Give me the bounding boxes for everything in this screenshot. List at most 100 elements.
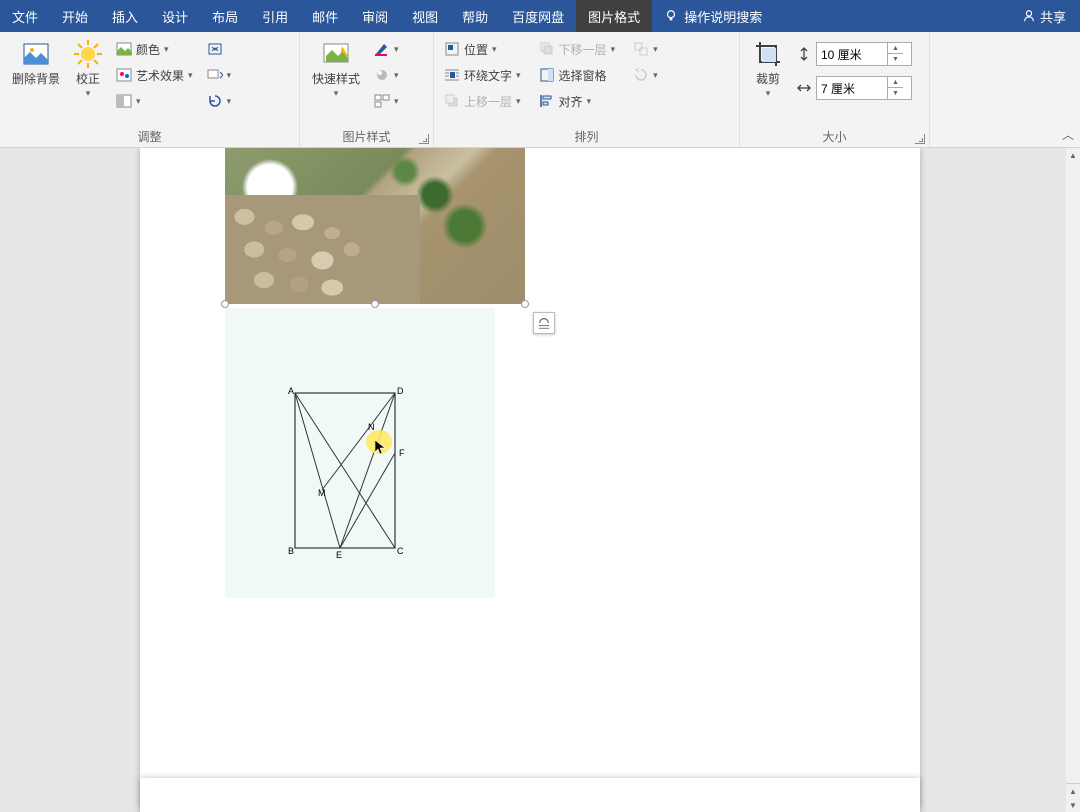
crop-icon: [752, 38, 784, 70]
compress-pictures-button[interactable]: [203, 36, 236, 62]
spin-up-icon[interactable]: ▲: [888, 43, 903, 54]
dropdown-caret-icon: ▾: [653, 70, 658, 81]
send-backward-button[interactable]: 下移一层 ▾: [535, 36, 620, 62]
group-obj-icon: [633, 41, 649, 57]
artistic-label: 艺术效果: [136, 67, 184, 84]
svg-text:M: M: [318, 488, 326, 498]
lightbulb-icon: [664, 9, 678, 23]
resize-handle-se[interactable]: [521, 300, 529, 308]
rotate-button[interactable]: ▾: [629, 62, 662, 88]
spin-down-icon[interactable]: ▼: [888, 54, 903, 65]
height-input[interactable]: [817, 47, 887, 61]
resize-handle-sw[interactable]: [221, 300, 229, 308]
reset-icon: [207, 93, 223, 109]
dialog-launcher-icon[interactable]: [915, 134, 925, 144]
share-button[interactable]: 共享: [1008, 0, 1080, 32]
dialog-launcher-icon[interactable]: [419, 134, 429, 144]
width-spinbox[interactable]: ▲▼: [816, 76, 912, 100]
width-icon: [796, 80, 812, 96]
color-label: 颜色: [136, 41, 160, 58]
send-backward-label: 下移一层: [559, 41, 607, 58]
tab-help[interactable]: 帮助: [450, 0, 500, 32]
ribbon: 删除背景 校正 ▾ 颜色 ▾ 艺术效果 ▾: [0, 32, 1080, 148]
dropdown-caret-icon: ▾: [516, 70, 521, 81]
tab-baidu-netdisk[interactable]: 百度网盘: [500, 0, 576, 32]
transparency-icon: [116, 93, 132, 109]
tab-file[interactable]: 文件: [0, 0, 50, 32]
vertical-scrollbar[interactable]: ▲ ▲ ▼: [1066, 148, 1080, 812]
height-spinbox[interactable]: ▲▼: [816, 42, 912, 66]
change-picture-icon: [207, 67, 223, 83]
position-icon: [444, 41, 460, 57]
dropdown-caret-icon: ▾: [653, 44, 658, 55]
selection-pane-button[interactable]: 选择窗格: [535, 62, 620, 88]
height-icon: [796, 46, 812, 62]
scroll-next-page-button[interactable]: ▼: [1066, 798, 1080, 812]
transparency-button[interactable]: ▾: [112, 88, 197, 114]
quick-styles-icon: [320, 38, 352, 70]
wrap-label: 环绕文字: [464, 67, 512, 84]
corrections-label: 校正: [76, 72, 100, 86]
group-size-label: 大小: [740, 128, 929, 147]
color-button[interactable]: 颜色 ▾: [112, 36, 197, 62]
scroll-prev-page-button[interactable]: ▲: [1066, 784, 1080, 798]
effects-icon: [374, 67, 390, 83]
group-size: 裁剪 ▾ ▲▼ ▲▼: [740, 32, 930, 147]
dropdown-caret-icon: ▾: [334, 88, 339, 99]
bring-forward-button[interactable]: 上移一层 ▾: [440, 88, 525, 114]
scroll-track[interactable]: [1066, 162, 1080, 783]
tab-design[interactable]: 设计: [150, 0, 200, 32]
svg-text:D: D: [397, 386, 404, 396]
group-objects-button[interactable]: ▾: [629, 36, 662, 62]
wrap-text-button[interactable]: 环绕文字 ▾: [440, 62, 525, 88]
layout-options-button[interactable]: [533, 312, 555, 334]
position-button[interactable]: 位置 ▾: [440, 36, 525, 62]
mouse-cursor-icon: [375, 440, 387, 454]
resize-handle-s[interactable]: [371, 300, 379, 308]
compress-icon: [207, 41, 223, 57]
dropdown-caret-icon: ▾: [164, 44, 169, 55]
collapse-ribbon-button[interactable]: ︿: [1062, 126, 1074, 143]
tab-layout[interactable]: 布局: [200, 0, 250, 32]
position-label: 位置: [464, 41, 488, 58]
tab-references[interactable]: 引用: [250, 0, 300, 32]
quick-styles-button[interactable]: 快速样式 ▾: [306, 36, 366, 99]
picture-layout-button[interactable]: ▾: [370, 88, 403, 114]
dropdown-caret-icon: ▾: [394, 96, 399, 107]
geometry-diagram-image[interactable]: A D B C E F M N: [225, 308, 495, 598]
align-button[interactable]: 对齐 ▾: [535, 88, 620, 114]
group-picture-styles: 快速样式 ▾ ▾ ▾ ▾ 图片样式: [300, 32, 434, 147]
tab-home[interactable]: 开始: [50, 0, 100, 32]
tab-insert[interactable]: 插入: [100, 0, 150, 32]
document-canvas[interactable]: A D B C E F M N: [0, 148, 1066, 812]
send-backward-icon: [539, 41, 555, 57]
tab-picture-format[interactable]: 图片格式: [576, 0, 652, 32]
dropdown-caret-icon: ▾: [86, 88, 91, 99]
tab-view[interactable]: 视图: [400, 0, 450, 32]
align-label: 对齐: [559, 93, 583, 110]
tab-review[interactable]: 审阅: [350, 0, 400, 32]
change-picture-button[interactable]: ▾: [203, 62, 236, 88]
tell-me-search[interactable]: 操作说明搜索: [652, 0, 1008, 32]
width-input[interactable]: [817, 81, 887, 95]
dropdown-caret-icon: ▾: [394, 44, 399, 55]
page-2: [140, 778, 920, 812]
selected-photo[interactable]: [225, 148, 525, 304]
share-label: 共享: [1040, 7, 1066, 26]
tab-mailings[interactable]: 邮件: [300, 0, 350, 32]
dropdown-caret-icon: ▾: [136, 96, 141, 107]
spin-down-icon[interactable]: ▼: [888, 88, 903, 99]
artistic-effects-button[interactable]: 艺术效果 ▾: [112, 62, 197, 88]
spin-up-icon[interactable]: ▲: [888, 77, 903, 88]
picture-border-button[interactable]: ▾: [370, 36, 403, 62]
dropdown-caret-icon: ▾: [587, 96, 592, 107]
remove-background-button[interactable]: 删除背景: [6, 36, 66, 86]
bring-forward-label: 上移一层: [464, 93, 512, 110]
picture-effects-button[interactable]: ▾: [370, 62, 403, 88]
scroll-up-button[interactable]: ▲: [1066, 148, 1080, 162]
group-styles-label: 图片样式: [300, 128, 433, 147]
corrections-button[interactable]: 校正 ▾: [66, 36, 110, 99]
reset-picture-button[interactable]: ▾: [203, 88, 236, 114]
crop-button[interactable]: 裁剪 ▾: [746, 36, 790, 99]
group-adjust: 删除背景 校正 ▾ 颜色 ▾ 艺术效果 ▾: [0, 32, 300, 147]
